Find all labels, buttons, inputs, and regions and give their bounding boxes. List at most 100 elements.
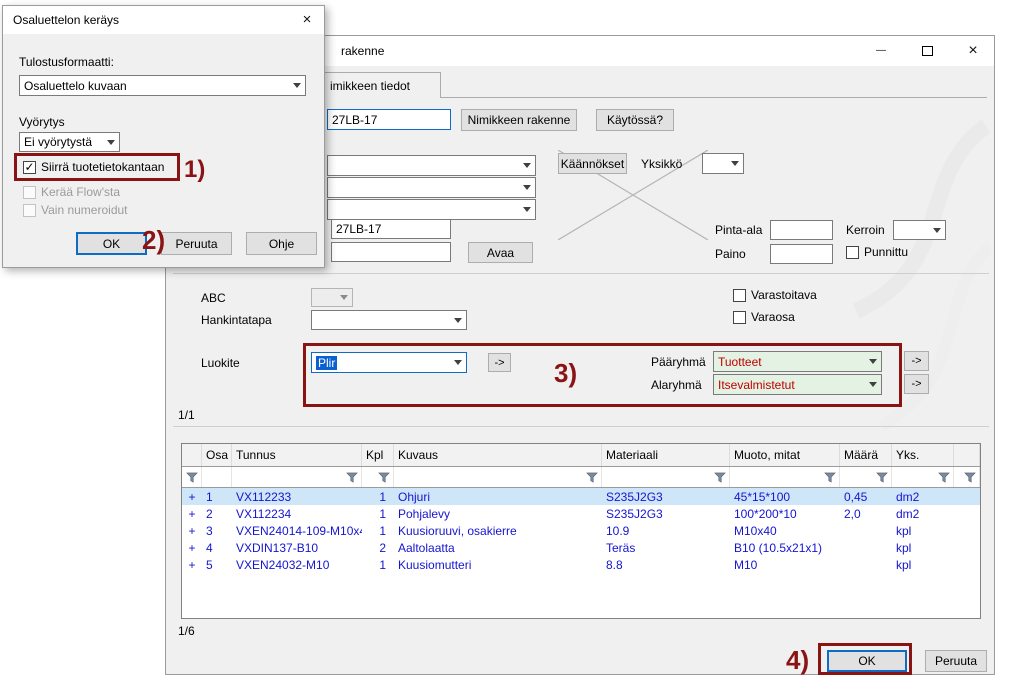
cell-filler (954, 488, 980, 505)
filter-button[interactable] (362, 467, 394, 487)
filter-button[interactable] (182, 467, 202, 487)
open-button[interactable]: Avaa (468, 242, 533, 263)
cell-filler (954, 556, 980, 573)
cancel-button[interactable]: Peruuta (925, 650, 987, 672)
filter-button[interactable] (394, 467, 602, 487)
procurement-select[interactable] (311, 310, 467, 330)
filter-button[interactable] (602, 467, 730, 487)
main-group-select[interactable]: Tuotteet (713, 351, 882, 372)
close-button[interactable]: × (291, 6, 323, 32)
column-header-muoto[interactable]: Muoto, mitat (730, 444, 840, 466)
translations-button[interactable]: Käännökset (558, 153, 627, 174)
sub-group-arrow-button[interactable]: -> (904, 374, 929, 394)
description-select-1[interactable] (327, 155, 536, 176)
ok-button[interactable]: OK (827, 650, 907, 672)
cell-kpl: 1 (362, 505, 394, 522)
cell-materiaali: S235J2G3 (602, 505, 730, 522)
maximize-button[interactable] (904, 36, 950, 65)
classification-arrow-button[interactable]: -> (488, 353, 511, 372)
area-label: Pinta-ala (715, 223, 762, 237)
cell-muoto: M10 (730, 556, 840, 573)
cell-muoto: B10 (10.5x21x1) (730, 539, 840, 556)
column-header-yks[interactable]: Yks. (892, 444, 954, 466)
spare-part-checkbox[interactable]: Varaosa (733, 310, 795, 324)
description-select-3[interactable] (327, 199, 536, 220)
close-button[interactable]: × (950, 36, 996, 65)
expand-icon[interactable]: + (182, 488, 202, 505)
area-input[interactable] (770, 220, 833, 240)
stockable-checkbox[interactable]: Varastoitava (733, 288, 817, 302)
checkbox-box (846, 246, 859, 259)
help-button[interactable]: Ohje (246, 232, 317, 255)
table-filter-row (182, 467, 980, 488)
filter-icon (876, 472, 888, 483)
sub-group-value: Itsevalmistetut (718, 378, 795, 392)
ok-button[interactable]: OK (76, 232, 147, 255)
filter-button[interactable] (232, 467, 362, 487)
cell-kpl: 2 (362, 539, 394, 556)
part-list-collection-dialog: Osaluettelon keräys × Tulostusformaatti:… (2, 5, 325, 268)
column-header-kpl[interactable]: Kpl (362, 444, 394, 466)
main-group-arrow-button[interactable]: -> (904, 351, 929, 371)
filter-button[interactable] (892, 467, 954, 487)
table-row[interactable]: + 1 VX112233 1 Ohjuri S235J2G3 45*15*100… (182, 488, 980, 505)
expand-icon[interactable]: + (182, 522, 202, 539)
annotation-4: 4) (786, 645, 809, 676)
annotation-1: 1) (184, 156, 205, 184)
cell-materiaali: 10.9 (602, 522, 730, 539)
filter-button[interactable] (954, 467, 980, 487)
cell-kuvaus: Pohjalevy (394, 505, 602, 522)
cell-kpl: 1 (362, 556, 394, 573)
close-icon: × (968, 42, 977, 60)
rollup-select[interactable]: Ei vyörytystä (19, 132, 120, 152)
description-select-2[interactable] (327, 177, 536, 198)
in-use-button[interactable]: Käytössä? (596, 109, 674, 131)
expand-icon[interactable]: + (182, 556, 202, 573)
checkbox-box (23, 204, 36, 217)
filter-icon (824, 472, 836, 483)
filter-button[interactable] (730, 467, 840, 487)
cell-tunnus: VX112234 (232, 505, 362, 522)
cell-osa: 5 (202, 556, 232, 573)
column-header-osa[interactable]: Osa (202, 444, 232, 466)
classification-select[interactable]: Plir (311, 352, 467, 373)
unit-select[interactable] (702, 153, 744, 174)
column-header-tunnus[interactable]: Tunnus (232, 444, 362, 466)
expand-icon[interactable]: + (182, 505, 202, 522)
filter-button[interactable] (840, 467, 892, 487)
cancel-button[interactable]: Peruuta (161, 232, 232, 255)
column-header-kuvaus[interactable]: Kuvaus (394, 444, 602, 466)
item-code-input[interactable]: 27LB-17 (327, 109, 451, 130)
transfer-to-product-db-checkbox[interactable]: ✓ Siirrä tuotetietokantaan (23, 160, 164, 174)
rollup-value: Ei vyörytystä (24, 135, 92, 149)
cell-maara (840, 556, 892, 573)
table-row[interactable]: + 5 VXEN24032-M10 1 Kuusiomutteri 8.8 M1… (182, 556, 980, 573)
document-input[interactable] (331, 242, 451, 262)
factor-select[interactable] (893, 220, 946, 240)
filter-icon (378, 472, 390, 483)
cell-kuvaus: Aaltolaatta (394, 539, 602, 556)
print-format-select[interactable]: Osaluettelo kuvaan (19, 75, 306, 96)
abc-label: ABC (201, 291, 226, 305)
collector-dialog-title: Osaluettelon keräys (13, 13, 119, 27)
sub-group-select[interactable]: Itsevalmistetut (713, 374, 882, 395)
column-header-maara[interactable]: Määrä (840, 444, 892, 466)
table-row[interactable]: + 2 VX112234 1 Pohjalevy S235J2G3 100*20… (182, 505, 980, 522)
cell-osa: 2 (202, 505, 232, 522)
item-structure-button[interactable]: Nimikkeen rakenne (461, 109, 577, 131)
separator-line (173, 273, 989, 274)
cell-kuvaus: Kuusioruuvi, osakierre (394, 522, 602, 539)
expand-icon[interactable]: + (182, 539, 202, 556)
cell-muoto: 100*200*10 (730, 505, 840, 522)
column-header-materiaali[interactable]: Materiaali (602, 444, 730, 466)
item-code2-input[interactable]: 27LB-17 (331, 219, 451, 239)
chevron-down-icon (450, 311, 466, 329)
minimize-icon: — (876, 45, 886, 56)
weighed-checkbox[interactable]: Punnittu (846, 245, 908, 259)
unit-label: Yksikkö (641, 157, 682, 171)
minimize-button[interactable]: — (858, 36, 904, 65)
cell-tunnus: VXEN24032-M10 (232, 556, 362, 573)
table-row[interactable]: + 4 VXDIN137-B10 2 Aaltolaatta Teräs B10… (182, 539, 980, 556)
table-row[interactable]: + 3 VXEN24014-109-M10x40 1 Kuusioruuvi, … (182, 522, 980, 539)
weight-input[interactable] (770, 244, 833, 264)
